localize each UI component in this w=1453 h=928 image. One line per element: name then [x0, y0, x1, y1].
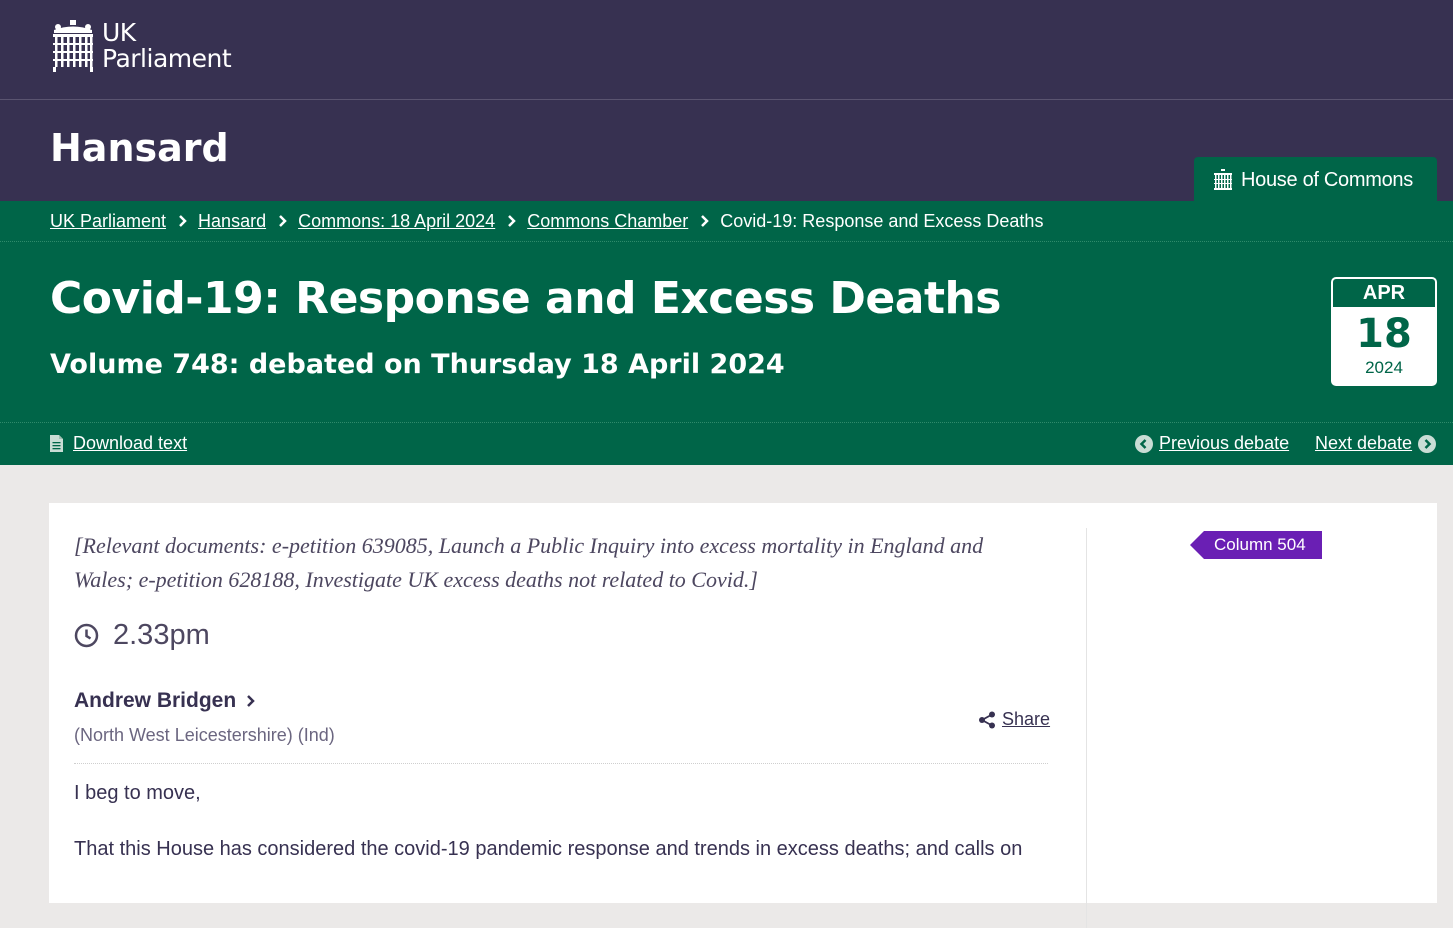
date-day: 18	[1356, 311, 1412, 357]
breadcrumb-uk-parliament[interactable]: UK Parliament	[50, 211, 166, 232]
portcullis-icon	[1214, 169, 1232, 190]
chevron-right-icon	[246, 694, 256, 708]
breadcrumb-commons-chamber[interactable]: Commons Chamber	[527, 211, 688, 232]
house-of-commons-tab[interactable]: House of Commons	[1194, 157, 1437, 203]
date-year: 2024	[1365, 358, 1403, 377]
breadcrumb-hansard[interactable]: Hansard	[198, 211, 266, 232]
speaker-name: Andrew Bridgen	[74, 689, 237, 712]
speaker-link[interactable]: Andrew Bridgen	[74, 689, 256, 713]
breadcrumb: UK Parliament Hansard Commons: 18 April …	[50, 201, 1043, 241]
share-icon	[979, 711, 995, 728]
page-title: Covid-19: Response and Excess Deaths	[50, 273, 1002, 324]
date-month: APR	[1333, 279, 1435, 307]
previous-debate-link[interactable]: Previous debate	[1135, 433, 1289, 454]
download-text-label[interactable]: Download text	[73, 433, 187, 454]
next-debate-label[interactable]: Next debate	[1315, 433, 1412, 454]
download-text-link[interactable]: Download text	[50, 433, 187, 454]
section-title[interactable]: Hansard	[50, 126, 229, 170]
share-button[interactable]: Share	[978, 709, 1050, 730]
divider	[74, 763, 1048, 764]
logo-line-uk: UK	[102, 18, 136, 47]
previous-debate-label[interactable]: Previous debate	[1159, 433, 1289, 454]
speaker-constituency: (North West Leicestershire) (Ind)	[74, 725, 335, 745]
uk-parliament-logo[interactable]: UK Parliament	[50, 18, 232, 73]
next-debate-link[interactable]: Next debate	[1315, 433, 1437, 454]
portcullis-icon	[53, 20, 93, 72]
logo-wordmark: UK Parliament	[102, 18, 232, 73]
date-badge: APR 18 2024	[1331, 277, 1437, 386]
clock-icon	[74, 623, 99, 648]
logo-line-parliament: Parliament	[102, 44, 232, 73]
site-header: UK Parliament	[0, 0, 1453, 100]
divider	[0, 241, 1453, 242]
document-icon	[50, 435, 63, 452]
chevron-right-icon	[700, 214, 710, 228]
hansard-bar: Hansard House of Commons	[0, 100, 1453, 203]
speech-paragraph: I beg to move,	[74, 782, 201, 804]
chevron-right-icon	[178, 214, 188, 228]
column-number: Column 504	[1204, 531, 1322, 559]
speech-paragraph: That this House has considered the covid…	[74, 838, 1023, 860]
chevron-left-circle-icon	[1135, 434, 1153, 453]
chevron-right-circle-icon	[1418, 434, 1437, 453]
chevron-right-icon	[278, 214, 288, 228]
time-value: 2.33pm	[113, 619, 210, 651]
chevron-right-icon	[507, 214, 517, 228]
relevant-documents: [Relevant documents: e-petition 639085, …	[74, 533, 984, 592]
debate-subtitle: Volume 748: debated on Thursday 18 April…	[50, 349, 785, 380]
timestamp: 2.33pm	[74, 619, 210, 652]
column-divider	[1086, 528, 1087, 928]
column-marker-arrow	[1190, 531, 1204, 559]
debate-actions: Download text Previous debate Next debat…	[0, 423, 1453, 465]
debate-content: [Relevant documents: e-petition 639085, …	[49, 503, 1437, 928]
breadcrumb-current: Covid-19: Response and Excess Deaths	[720, 210, 1044, 231]
debate-header: UK Parliament Hansard Commons: 18 April …	[0, 201, 1453, 465]
share-label[interactable]: Share	[1002, 709, 1050, 730]
column-marker: Column 504	[1190, 531, 1322, 559]
house-label: House of Commons	[1241, 168, 1413, 191]
breadcrumb-commons-date[interactable]: Commons: 18 April 2024	[298, 211, 495, 232]
